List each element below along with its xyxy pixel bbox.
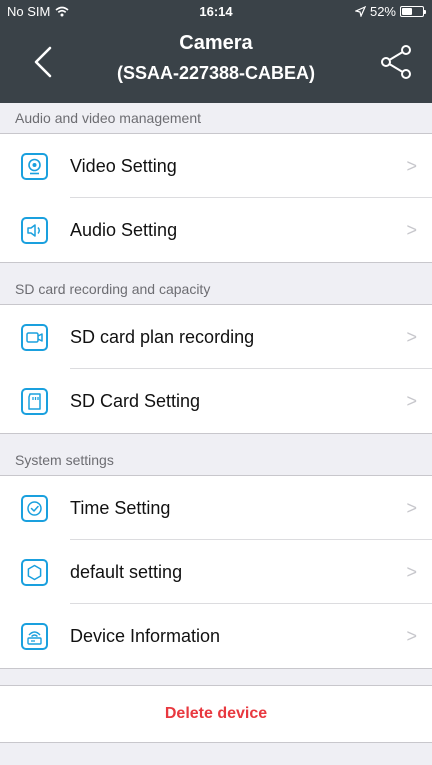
row-label: Video Setting — [70, 156, 177, 176]
divider — [0, 742, 432, 743]
video-setting-icon — [21, 153, 48, 180]
section-header-audio-video: Audio and video management — [0, 103, 432, 133]
row-device-information[interactable]: Device Information > — [0, 604, 432, 668]
divider — [0, 668, 432, 669]
section-header-system: System settings — [0, 445, 432, 475]
row-label: Audio Setting — [70, 220, 178, 240]
device-id-subtitle: (SSAA-227388-CABEA) — [116, 63, 316, 83]
page-title: Camera — [179, 32, 253, 54]
battery-percent: 52% — [369, 4, 396, 19]
delete-device-button[interactable]: Delete device — [0, 686, 432, 742]
device-info-icon — [21, 623, 48, 650]
chevron-right-icon: > — [406, 156, 417, 176]
clock-icon — [21, 495, 48, 522]
chevron-right-icon: > — [406, 626, 417, 646]
reset-icon — [21, 559, 48, 586]
divider — [0, 433, 432, 434]
row-label: SD card plan recording — [70, 327, 255, 347]
row-default-setting[interactable]: default setting > — [0, 540, 432, 604]
location-icon — [354, 6, 366, 17]
chevron-right-icon: > — [406, 220, 417, 240]
status-bar: No SIM 16:14 52% — [0, 0, 432, 22]
divider — [0, 262, 432, 263]
chevron-right-icon: > — [406, 498, 417, 518]
row-audio-setting[interactable]: Audio Setting > — [0, 198, 432, 262]
share-button[interactable] — [378, 44, 414, 80]
row-time-setting[interactable]: Time Setting > — [0, 476, 432, 540]
row-sd-card-plan-recording[interactable]: SD card plan recording > — [0, 305, 432, 369]
chevron-right-icon: > — [406, 562, 417, 582]
share-icon — [381, 45, 411, 79]
row-label: Device Information — [70, 626, 221, 646]
nav-bar: No SIM 16:14 52% Camera (SSAA-227388-CAB… — [0, 0, 432, 103]
speaker-icon — [21, 217, 48, 244]
camera-record-icon — [21, 324, 48, 351]
battery-icon — [400, 6, 426, 17]
row-video-setting[interactable]: Video Setting > — [0, 134, 432, 198]
row-label: Time Setting — [70, 498, 171, 518]
row-label: default setting — [70, 562, 183, 582]
sd-card-icon — [21, 388, 48, 415]
row-sd-card-setting[interactable]: SD Card Setting > — [0, 369, 432, 433]
chevron-right-icon: > — [406, 391, 417, 411]
chevron-right-icon: > — [406, 327, 417, 347]
row-label: SD Card Setting — [70, 391, 201, 411]
section-header-sd-card: SD card recording and capacity — [0, 274, 432, 304]
